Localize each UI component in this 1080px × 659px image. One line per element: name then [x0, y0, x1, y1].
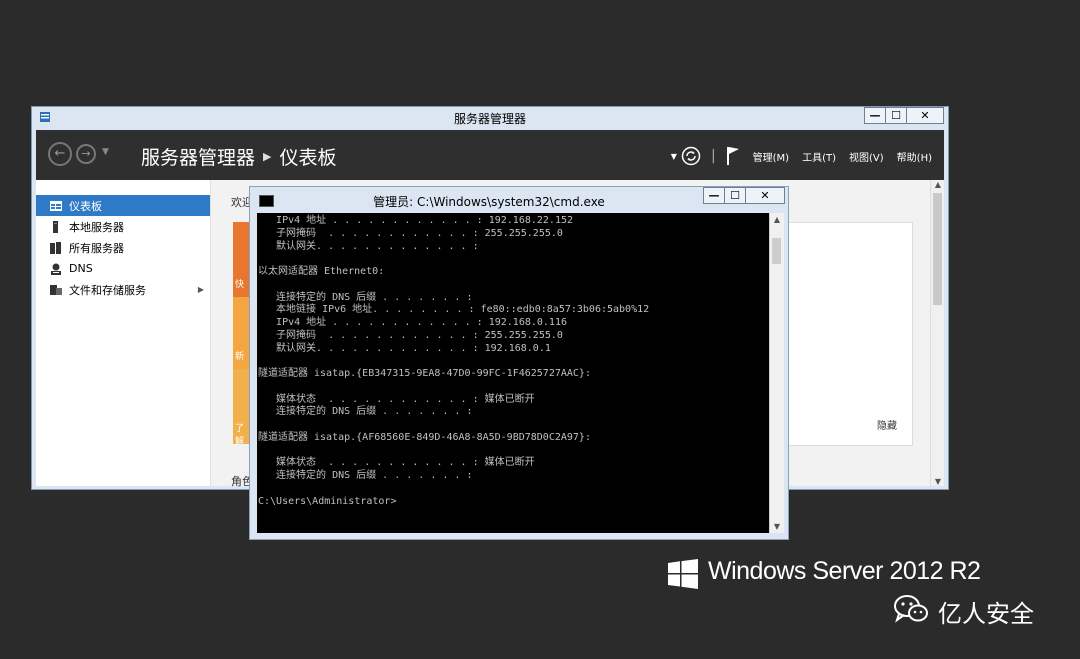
breadcrumb-separator-icon: ▶	[263, 150, 272, 163]
cmd-scrollbar-thumb[interactable]	[772, 238, 781, 264]
server-manager-title: 服务器管理器	[453, 112, 526, 126]
notifications-flag-icon[interactable]	[726, 146, 740, 166]
menu-view[interactable]: 视图(V)	[849, 149, 884, 164]
breadcrumb: 服务器管理器 ▶ 仪表板	[141, 143, 337, 170]
cmd-scroll-down-icon[interactable]: ▼	[770, 522, 784, 531]
menu-tools[interactable]: 工具(T)	[802, 149, 836, 164]
cmd-maximize-button[interactable]: ☐	[724, 187, 746, 204]
back-button[interactable]: ←	[48, 142, 72, 166]
file-storage-icon	[50, 284, 62, 296]
cmd-close-button[interactable]: ✕	[745, 187, 785, 204]
server-manager-header: ← → ▼ 服务器管理器 ▶ 仪表板 ▼ | 管理(M) 工具(T) 视图(V)…	[36, 130, 944, 180]
cmd-titlebar[interactable]: 管理员: C:\Windows\system32\cmd.exe — ☐ ✕	[250, 187, 788, 212]
nav-item-all-servers[interactable]: 所有服务器	[36, 237, 210, 258]
server-manager-titlebar[interactable]: 服务器管理器 — ☐ ✕	[32, 107, 948, 129]
nav-item-label: 所有服务器	[69, 241, 124, 255]
nav-item-dashboard[interactable]: 仪表板	[36, 195, 210, 216]
forward-button[interactable]: →	[76, 144, 96, 164]
breadcrumb-root[interactable]: 服务器管理器	[141, 143, 255, 170]
dropdown-icon[interactable]: ▼	[671, 152, 677, 161]
nav-item-label: DNS	[69, 262, 93, 275]
breadcrumb-current: 仪表板	[279, 147, 337, 169]
local-server-icon	[50, 220, 62, 233]
refresh-icon[interactable]	[681, 146, 701, 166]
scrollbar-thumb[interactable]	[933, 193, 942, 305]
nav-item-label: 文件和存储服务	[69, 283, 146, 297]
navigation-pane: 仪表板 本地服务器 所有服务器 DNS 文件和存储服务 ▶	[36, 180, 211, 486]
scroll-up-icon[interactable]: ▲	[931, 180, 945, 189]
account-name: 亿人安全	[938, 600, 1034, 628]
cmd-scrollbar[interactable]: ▲ ▼	[769, 213, 784, 533]
wechat-icon	[894, 595, 928, 623]
cmd-title: 管理员: C:\Windows\system32\cmd.exe	[373, 195, 605, 209]
nav-item-label: 本地服务器	[69, 220, 124, 234]
close-button[interactable]: ✕	[906, 107, 944, 124]
header-toolbar: ▼ | 管理(M) 工具(T) 视图(V) 帮助(H)	[671, 146, 932, 166]
menu-manage[interactable]: 管理(M)	[753, 149, 789, 164]
all-servers-icon	[50, 241, 62, 254]
cmd-scroll-up-icon[interactable]: ▲	[770, 215, 784, 224]
toolbar-divider: |	[710, 148, 716, 164]
main-scrollbar[interactable]: ▲ ▼	[930, 180, 944, 486]
nav-item-label: 仪表板	[69, 199, 102, 213]
hide-link[interactable]: 隐藏	[877, 417, 897, 432]
maximize-button[interactable]: ☐	[885, 107, 907, 124]
nav-item-dns[interactable]: DNS	[36, 258, 210, 279]
minimize-button[interactable]: —	[864, 107, 886, 124]
dashboard-icon	[50, 200, 62, 212]
console-output[interactable]: IPv4 地址 . . . . . . . . . . . . : 192.16…	[257, 213, 769, 533]
nav-item-file-storage[interactable]: 文件和存储服务 ▶	[36, 279, 210, 300]
cmd-minimize-button[interactable]: —	[703, 187, 725, 204]
windows-logo-icon	[668, 559, 698, 589]
dns-icon	[50, 263, 62, 275]
os-brand-text: Windows Server 2012 R2	[708, 557, 981, 585]
expand-arrow-icon[interactable]: ▶	[198, 285, 204, 294]
history-dropdown-icon[interactable]: ▼	[102, 147, 109, 157]
welcome-panel	[771, 222, 913, 446]
nav-item-local-server[interactable]: 本地服务器	[36, 216, 210, 237]
menu-help[interactable]: 帮助(H)	[897, 149, 932, 164]
scroll-down-icon[interactable]: ▼	[931, 477, 945, 486]
console-text: IPv4 地址 . . . . . . . . . . . . : 192.16…	[258, 215, 650, 507]
cmd-window: 管理员: C:\Windows\system32\cmd.exe — ☐ ✕ I…	[249, 186, 789, 540]
